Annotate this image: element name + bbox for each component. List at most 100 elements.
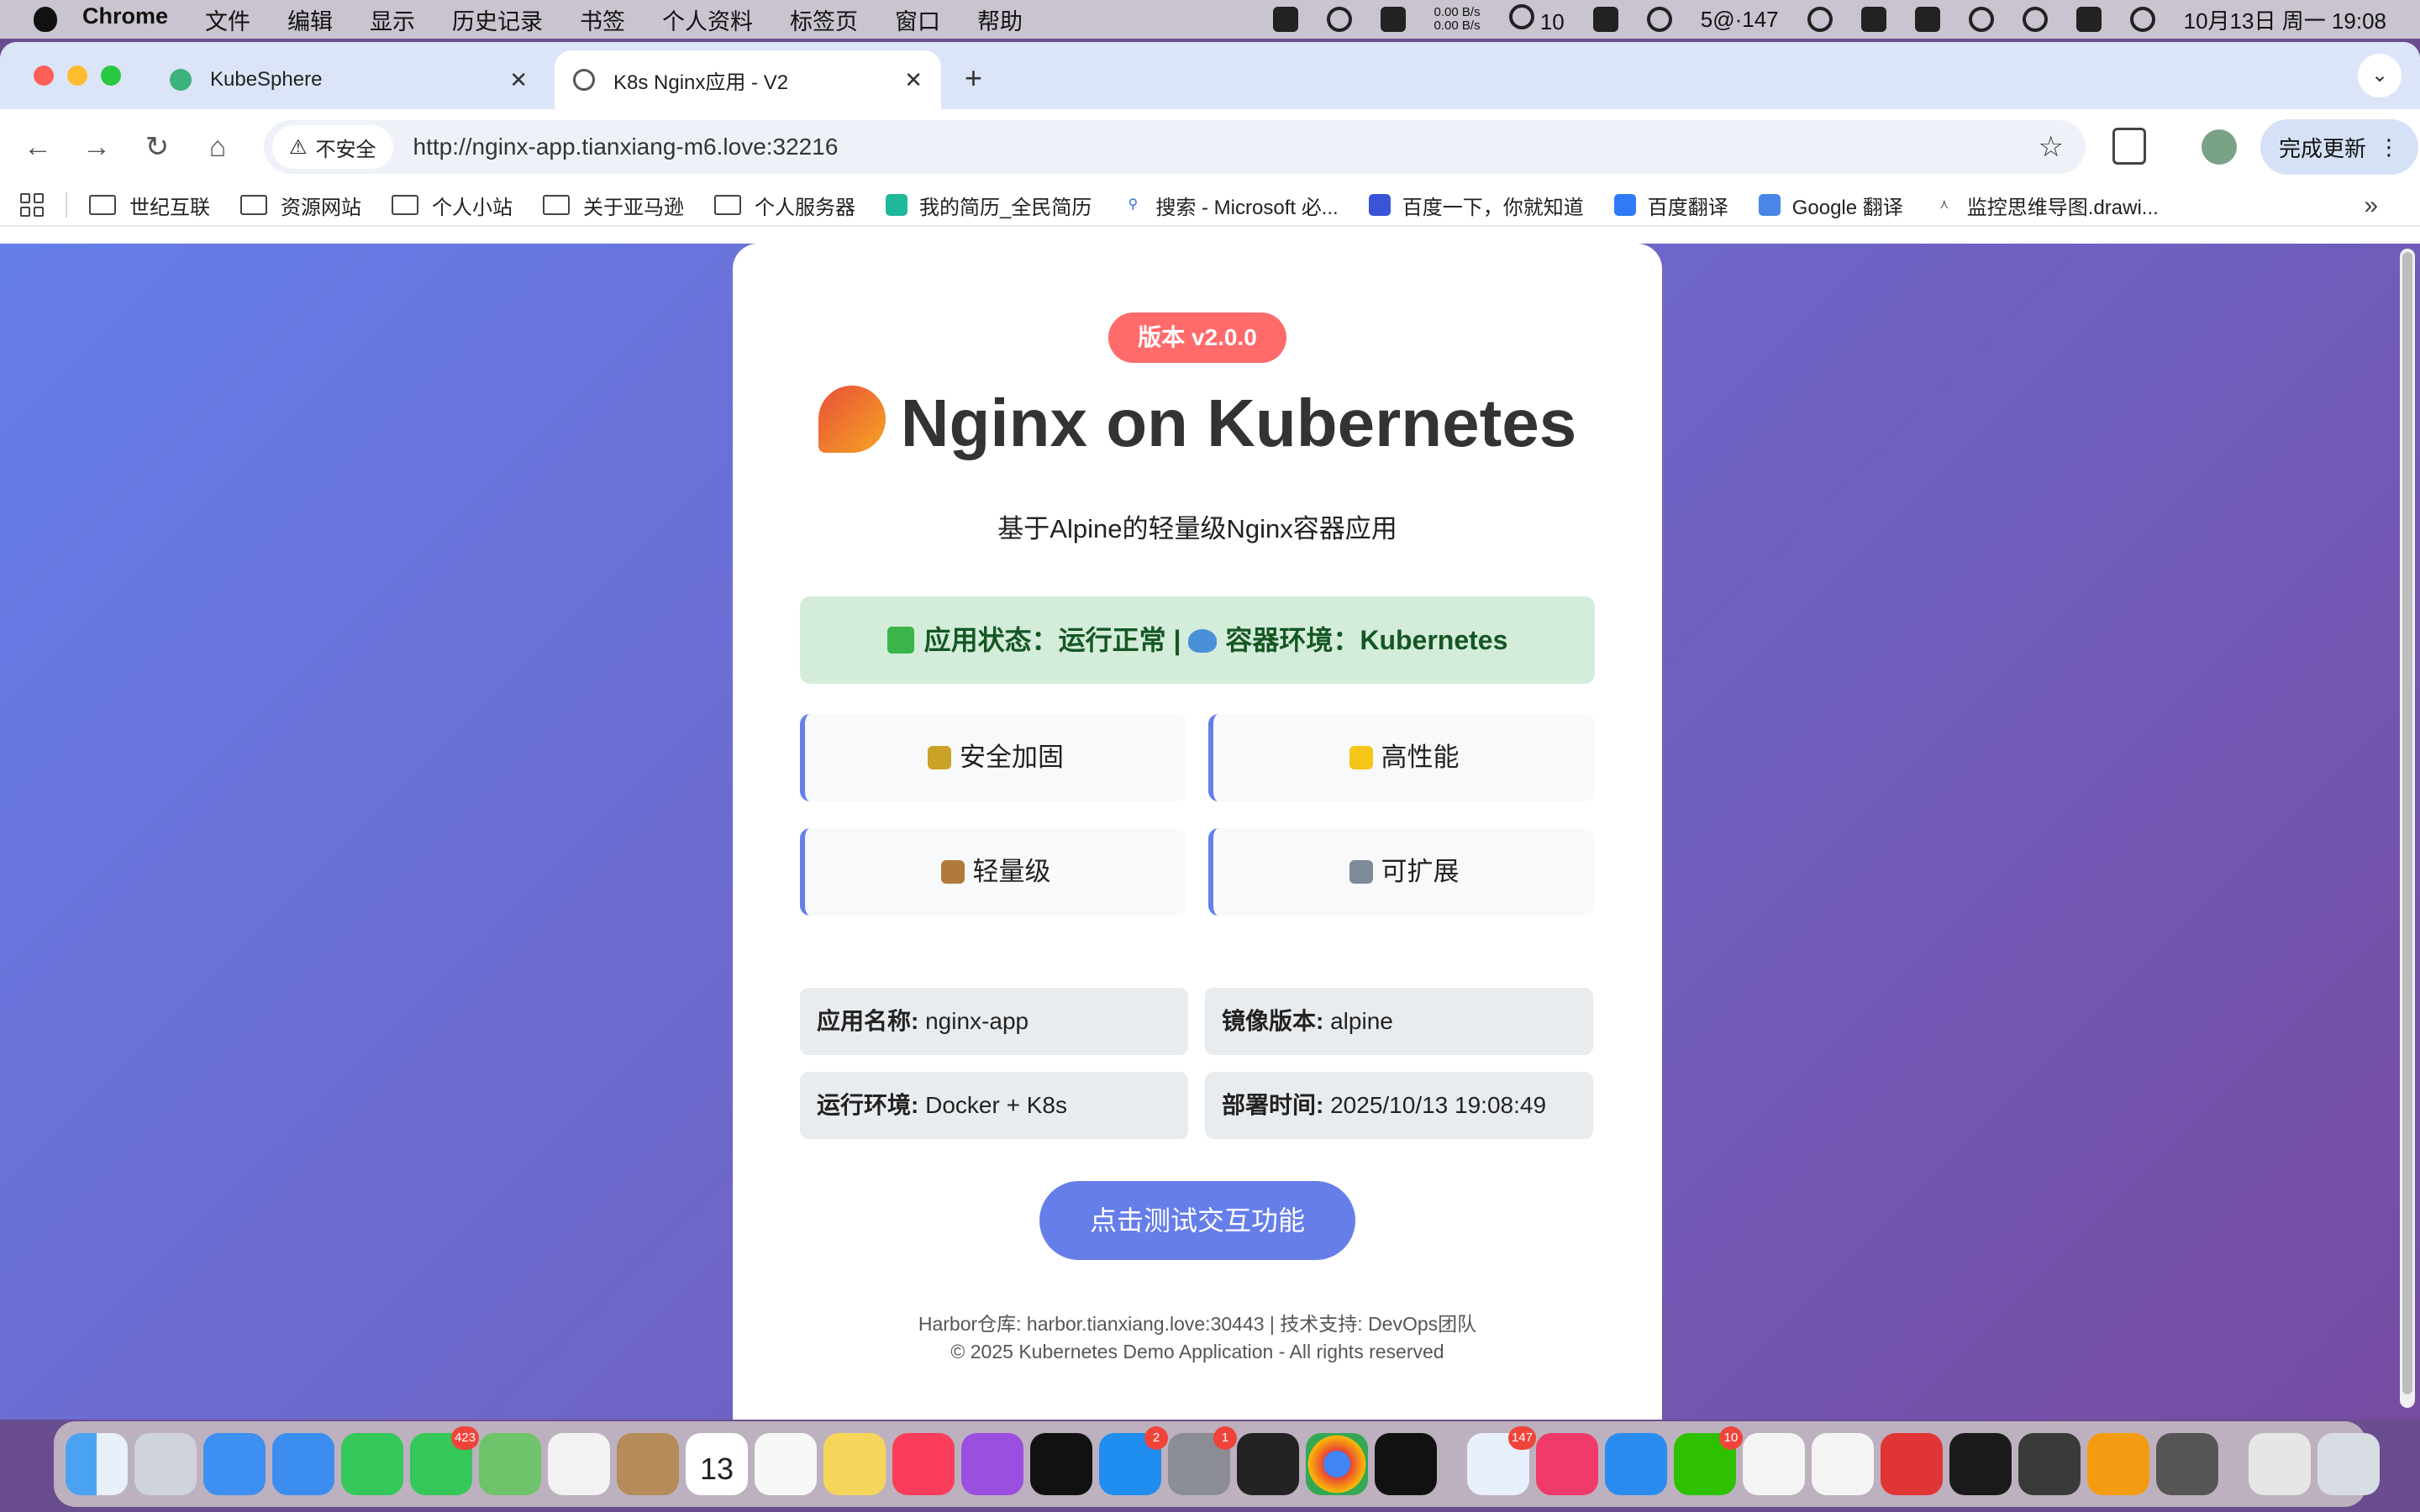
forward-arrow-icon[interactable]: →	[74, 124, 119, 170]
menu-view[interactable]: 显示	[370, 3, 415, 36]
url-text[interactable]: http://nginx-app.tianxiang-m6.love:32216	[413, 134, 2039, 160]
page-scrollbar[interactable]	[2400, 249, 2415, 1408]
contacts-icon[interactable]	[617, 1433, 679, 1495]
certificate-file-icon[interactable]	[2249, 1433, 2311, 1495]
input-method-icon[interactable]	[1860, 7, 1886, 32]
keychain-icon[interactable]	[2156, 1433, 2218, 1495]
reminders-icon[interactable]	[755, 1433, 817, 1495]
wps-status-icon[interactable]	[1272, 7, 1298, 32]
reload-icon[interactable]: ↻	[134, 124, 180, 170]
tab-nginx-app[interactable]: K8s Nginx应用 - V2 ✕	[555, 50, 941, 109]
menu-profiles[interactable]: 个人资料	[662, 3, 753, 36]
menu-bookmarks[interactable]: 书签	[580, 3, 625, 36]
mail-icon[interactable]	[272, 1433, 334, 1495]
chrome-icon[interactable]	[1306, 1433, 1368, 1495]
h-app-icon[interactable]	[1375, 1433, 1437, 1495]
bookmark-link[interactable]: 百度翻译	[1613, 191, 1728, 220]
spotlight-search-icon[interactable]	[2022, 7, 2048, 32]
close-window-button[interactable]	[34, 66, 54, 86]
test-interaction-button[interactable]: 点击测试交互功能	[1039, 1181, 1355, 1260]
siri-icon[interactable]	[2129, 7, 2155, 32]
messages-icon[interactable]: 423	[410, 1426, 479, 1495]
apple-tv-icon[interactable]	[1030, 1433, 1092, 1495]
bookmark-star-icon[interactable]: ☆	[2039, 130, 2064, 164]
mail-badge: 147	[1507, 1426, 1536, 1450]
bookmark-link[interactable]: 百度一下，你就知道	[1368, 191, 1584, 220]
podcasts-icon[interactable]	[961, 1433, 1023, 1495]
safari-icon[interactable]	[203, 1433, 266, 1495]
bookmark-folder[interactable]: 资源网站	[240, 191, 361, 220]
system-settings-icon[interactable]: 1	[1168, 1426, 1237, 1495]
zoom-window-button[interactable]	[101, 66, 121, 86]
back-arrow-icon[interactable]: ←	[15, 124, 60, 170]
bookmark-folder[interactable]: 个人服务器	[714, 191, 855, 220]
bookmark-folder[interactable]: 世纪互联	[89, 191, 210, 220]
trash-icon[interactable]	[2317, 1433, 2380, 1495]
profile-avatar[interactable]	[2202, 129, 2237, 165]
wechat-status[interactable]: 10	[1508, 3, 1565, 35]
more-bookmarks-chevron-icon[interactable]: »	[2364, 192, 2378, 220]
bookmark-folder[interactable]: 个人小站	[392, 191, 513, 220]
apple-logo-icon[interactable]	[34, 7, 57, 32]
launchpad-icon[interactable]	[134, 1433, 197, 1495]
app-card: 版本 v2.0.0 Nginx on Kubernetes 基于Alpine的轻…	[733, 244, 1662, 1420]
menu-file[interactable]: 文件	[205, 3, 250, 36]
bookmark-folder[interactable]: 关于亚马逊	[543, 191, 684, 220]
facetime-icon[interactable]	[341, 1433, 403, 1495]
bookmark-link[interactable]: ⚲ 搜索 - Microsoft 必...	[1122, 191, 1339, 220]
menu-edit[interactable]: 编辑	[287, 3, 333, 36]
box-app-icon[interactable]	[1949, 1433, 2012, 1495]
sublime-text-icon[interactable]	[2018, 1433, 2081, 1495]
m-app-icon[interactable]	[1743, 1433, 1805, 1495]
p-status-icon[interactable]	[1646, 7, 1672, 32]
maps-icon[interactable]	[479, 1433, 541, 1495]
calendar-icon[interactable]: 13	[686, 1433, 748, 1495]
wifi-icon[interactable]	[1968, 7, 1994, 32]
security-chip[interactable]: ⚠ 不安全	[272, 125, 393, 169]
extensions-puzzle-icon[interactable]	[2112, 128, 2146, 165]
photos-icon[interactable]	[548, 1433, 610, 1495]
close-tab-icon[interactable]: ✕	[904, 67, 923, 93]
m-status-icon[interactable]	[1380, 7, 1406, 32]
address-bar[interactable]: ⚠ 不安全 http://nginx-app.tianxiang-m6.love…	[264, 120, 2086, 174]
remote-desktop-icon[interactable]	[1605, 1433, 1667, 1495]
play-status-icon[interactable]	[1807, 7, 1833, 32]
wechat-icon[interactable]: 10	[1674, 1426, 1743, 1495]
battery-icon[interactable]	[1914, 7, 1940, 32]
finder-icon[interactable]	[66, 1433, 128, 1495]
mail-client-icon[interactable]: 147	[1467, 1426, 1536, 1495]
clock[interactable]: 10月13日 周一 19:08	[2184, 4, 2386, 35]
cast-status-icon[interactable]	[1592, 7, 1618, 32]
tab-search-chevron-icon[interactable]: ⌄	[2358, 54, 2402, 97]
scrollbar-thumb[interactable]	[2402, 252, 2412, 1394]
apps-grid-icon[interactable]	[20, 193, 44, 217]
flag-app-icon[interactable]	[1536, 1433, 1598, 1495]
home-icon[interactable]: ⌂	[195, 124, 240, 170]
typora-icon[interactable]	[1812, 1433, 1874, 1495]
folder-icon	[240, 195, 267, 215]
terminal-icon[interactable]	[1237, 1433, 1299, 1495]
bookmark-link[interactable]: Google 翻译	[1758, 191, 1903, 220]
music-icon[interactable]	[892, 1433, 955, 1495]
bookmark-link[interactable]: 我的简历_全民简历	[886, 191, 1092, 220]
menu-history[interactable]: 历史记录	[452, 3, 543, 36]
control-center-icon[interactable]	[2075, 7, 2102, 32]
notes-icon[interactable]	[823, 1433, 886, 1495]
update-button[interactable]: 完成更新 ⋮	[2260, 119, 2419, 175]
whale-icon	[1188, 629, 1218, 653]
security-label: 不安全	[315, 138, 376, 161]
close-tab-icon[interactable]: ✕	[509, 67, 528, 93]
menu-window[interactable]: 窗口	[895, 3, 940, 36]
menu-tabs[interactable]: 标签页	[790, 3, 858, 36]
minimize-window-button[interactable]	[67, 66, 87, 86]
menu-help[interactable]: 帮助	[977, 3, 1023, 36]
wps-icon[interactable]	[1881, 1433, 1943, 1495]
headphones-status-icon[interactable]	[1326, 7, 1352, 32]
tab-kubesphere[interactable]: KubeSphere ✕	[151, 50, 546, 109]
notify-status[interactable]: 5@·147	[1701, 7, 1779, 33]
new-tab-button[interactable]: +	[965, 60, 982, 96]
bookmark-link[interactable]: ⋏ 监控思维导图.drawi...	[1933, 191, 2159, 220]
app-store-icon[interactable]: 2	[1099, 1426, 1168, 1495]
headphone-app-icon[interactable]	[2087, 1433, 2149, 1495]
menu-chrome[interactable]: Chrome	[82, 3, 168, 36]
